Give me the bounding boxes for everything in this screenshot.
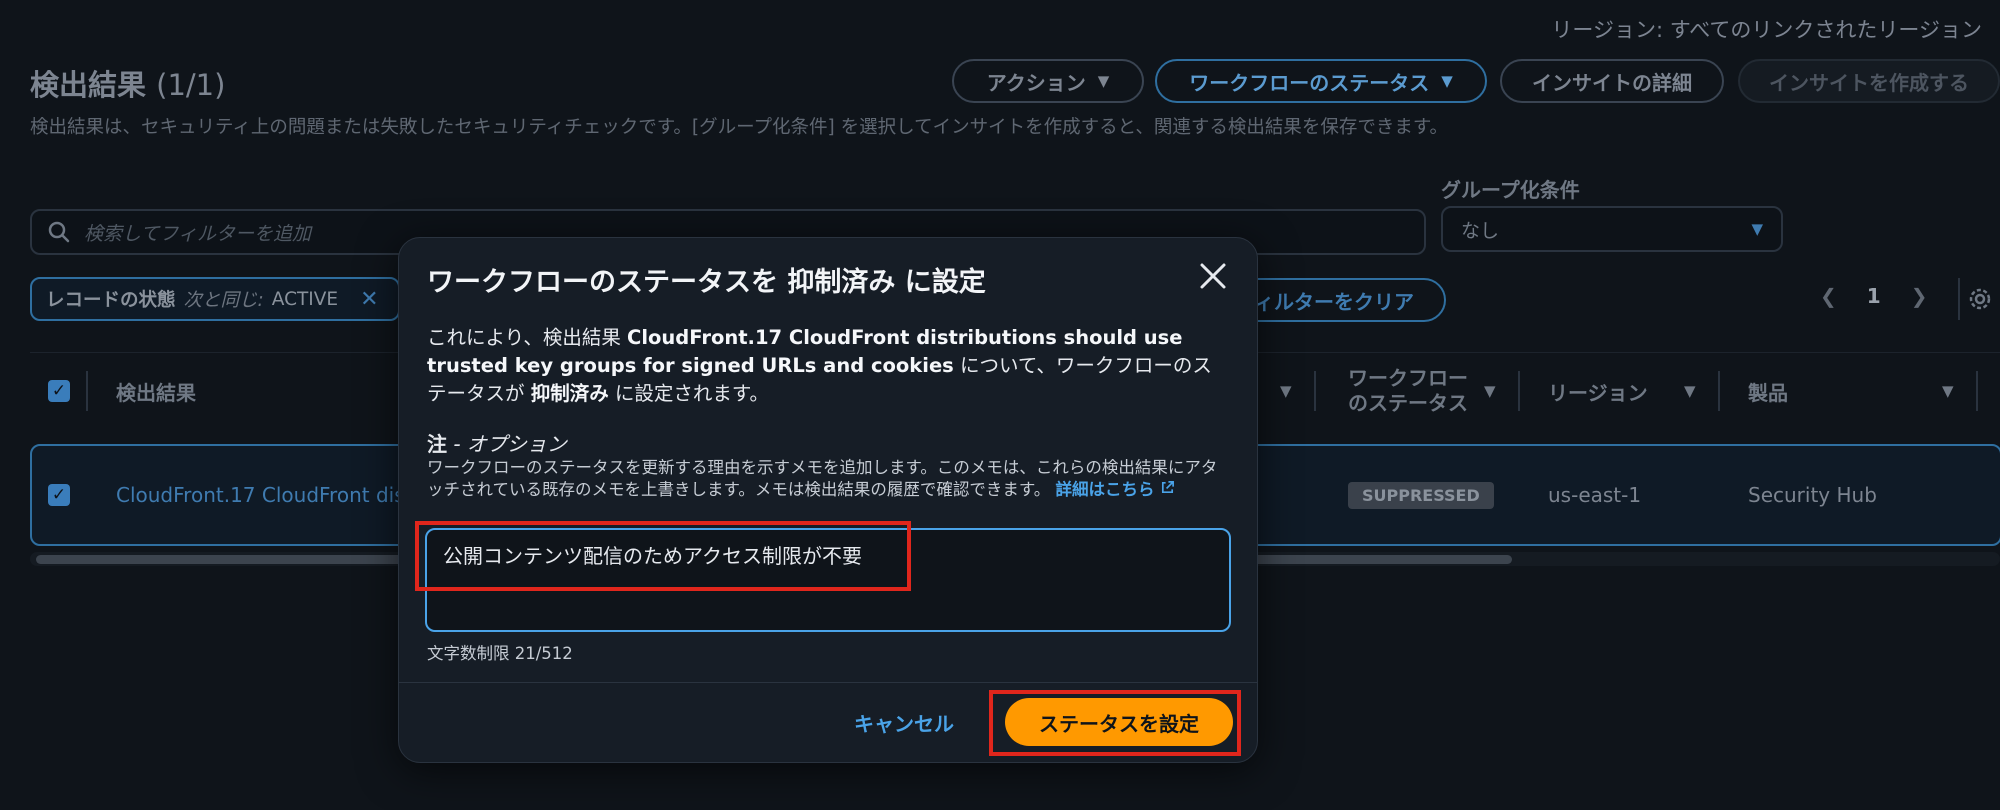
modal-description: これにより、検出結果 CloudFront.17 CloudFront dist… [427,324,1227,408]
note-field-label: 注 - オプション [427,428,567,457]
caret-down-icon: ▼ [1751,220,1763,238]
learn-more-link[interactable]: 詳細はこちら [1055,480,1175,499]
column-header-finding[interactable]: 検出結果 [116,353,196,429]
column-header-workflow-status[interactable]: ワークフロー のステータス [1348,353,1468,429]
page-title: 検出結果 (1/1) [30,62,225,104]
checkbox-checked-icon: ✓ [48,484,70,506]
group-by-value: なし [1461,219,1500,242]
column-divider [1314,371,1316,411]
finding-link[interactable]: CloudFront.17 CloudFront distri [116,446,426,544]
insight-details-button[interactable]: インサイトの詳細 [1500,59,1724,103]
actions-button-label: アクション [986,70,1086,95]
pagination: ❮ 1 ❯ [1820,284,1927,308]
group-by-select[interactable]: なし ▼ [1441,206,1783,252]
note-field-description: ワークフローのステータスを更新する理由を示すメモを追加します。このメモは、これら… [427,457,1229,501]
workflow-status-button-label: ワークフローのステータス [1189,70,1430,95]
external-link-icon [1162,481,1175,494]
modal-title: ワークフローのステータスを 抑制済み に設定 [427,267,986,298]
column-divider [86,371,88,411]
row-checkbox[interactable]: ✓ [48,446,70,544]
gear-icon[interactable] [1966,284,1994,314]
pager-divider [1958,278,1960,320]
column-divider [1718,371,1720,411]
highlight-box-note [415,521,911,591]
filter-token-key: レコードの状態 [46,290,176,311]
region-selector-text[interactable]: リージョン: すべてのリンクされたリージョン [1551,14,1982,44]
page-title-text: 検出結果 [30,68,147,102]
target-status: 抑制済み [530,382,609,405]
page-number[interactable]: 1 [1867,284,1881,308]
cancel-button[interactable]: キャンセル [854,708,954,737]
remove-filter-icon[interactable]: ✕ [360,287,378,312]
actions-button[interactable]: アクション ▼ [952,59,1144,103]
close-icon[interactable] [1199,262,1227,290]
column-divider [1518,371,1520,411]
create-insight-button[interactable]: インサイトを作成する [1738,59,2000,103]
filter-token-operator: 次と同じ: [183,290,264,311]
region-cell: us-east-1 [1548,483,1642,507]
note-label-text: 注 [427,432,447,456]
filter-token-value: ACTIVE [271,288,339,310]
sort-icon[interactable]: ▼ [1942,353,1954,429]
modal-footer-divider [399,682,1257,683]
learn-more-label: 詳細はこちら [1055,480,1155,499]
search-icon [48,221,70,243]
column-header-region[interactable]: リージョン [1548,353,1648,429]
product-cell: Security Hub [1748,483,1877,507]
character-limit: 文字数制限 21/512 [427,644,573,663]
workflow-status-cell: SUPPRESSED [1348,446,1494,544]
column-header-product[interactable]: 製品 [1748,353,1788,429]
status-badge: SUPPRESSED [1348,481,1494,509]
column-divider [1976,371,1978,411]
select-all-checkbox[interactable]: ✓ [48,353,70,429]
highlight-box-submit [989,690,1241,756]
page-title-count: (1/1) [156,68,226,102]
note-optional-text: - オプション [447,432,567,456]
sort-icon[interactable]: ▼ [1280,353,1292,429]
filter-token: レコードの状態 次と同じ: ACTIVE ✕ [30,277,400,321]
group-by-label: グループ化条件 [1441,178,1580,202]
next-page-icon[interactable]: ❯ [1911,284,1928,308]
workflow-status-button[interactable]: ワークフローのステータス ▼ [1155,59,1487,103]
sort-icon[interactable]: ▼ [1684,353,1696,429]
sort-icon[interactable]: ▼ [1484,353,1496,429]
page-description: 検出結果は、セキュリティ上の問題または失敗したセキュリティチェックです。[グルー… [30,117,1448,138]
caret-down-icon: ▼ [1097,72,1110,90]
checkbox-checked-icon: ✓ [48,380,70,402]
modal-description-prefix: これにより、検出結果 [427,326,628,349]
caret-down-icon: ▼ [1441,72,1453,90]
prev-page-icon[interactable]: ❮ [1820,284,1837,308]
search-placeholder: 検索してフィルターを追加 [84,222,312,245]
modal-description-suffix: に設定されます。 [608,382,769,405]
set-workflow-status-modal: ワークフローのステータスを 抑制済み に設定 これにより、検出結果 CloudF… [398,237,1258,763]
